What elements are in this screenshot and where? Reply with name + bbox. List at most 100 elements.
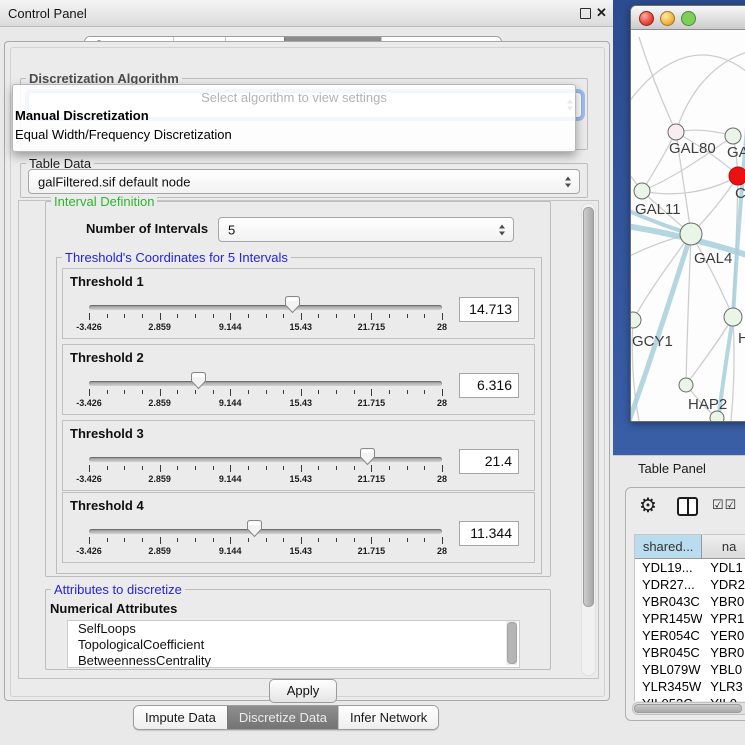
close-icon[interactable]: ✕ — [596, 5, 607, 21]
tab-impute-data[interactable]: Impute Data — [134, 706, 227, 729]
threshold-value-field[interactable]: 6.316 — [459, 373, 519, 398]
table-cell: YLR3 — [702, 678, 745, 695]
tick-label: 2.859 — [148, 398, 171, 408]
table-row[interactable]: YER054CYER0 — [635, 627, 745, 644]
algorithm-option[interactable]: Manual Discretization — [15, 108, 149, 123]
network-canvas[interactable]: GAL80GACGAL11GAL4GCY1HHAP2 — [631, 29, 745, 421]
tick-mark — [389, 538, 390, 542]
threshold-panel: Threshold 2-3.4262.8599.14415.4321.71528… — [62, 344, 535, 415]
table-row[interactable]: YPR145WYPR1 — [635, 610, 745, 627]
tab-label: Impute Data — [145, 710, 216, 725]
tick-mark — [142, 538, 143, 542]
apply-button[interactable]: Apply — [269, 679, 337, 703]
list-scrollbar-thumb[interactable] — [507, 622, 517, 664]
slider-thumb[interactable] — [359, 447, 376, 466]
tick-mark — [124, 314, 125, 318]
table-data-combo[interactable]: galFiltered.sif default node — [28, 169, 580, 194]
network-node-gal4[interactable] — [680, 223, 702, 245]
tick-label: -3.426 — [76, 546, 102, 556]
hscrollbar-thumb[interactable] — [634, 704, 742, 713]
slider-track[interactable] — [89, 457, 442, 462]
tab-label: Discretize Data — [239, 710, 327, 725]
table-cell: YDL1 — [702, 559, 745, 576]
threshold-value-field[interactable]: 14.713 — [459, 297, 519, 322]
slider-thumb[interactable] — [190, 371, 207, 390]
tab-infer-network[interactable]: Infer Network — [338, 706, 438, 729]
slider-track[interactable] — [89, 305, 442, 310]
table-row[interactable]: YBR043CYBR0 — [635, 593, 745, 610]
algorithm-option[interactable]: Equal Width/Frequency Discretization — [15, 127, 232, 142]
network-window-titlebar — [631, 6, 745, 30]
slider-track[interactable] — [89, 381, 442, 386]
list-item[interactable]: BetweennessCentrality — [68, 653, 519, 668]
algorithm-popup: Select algorithm to view settings Manual… — [12, 84, 576, 152]
list-item[interactable]: SelfLoops — [68, 621, 519, 637]
tick-mark — [213, 538, 214, 542]
vertical-scrollbar[interactable] — [581, 203, 596, 676]
float-window-icon[interactable] — [580, 8, 591, 19]
table-row[interactable]: YDL19...YDL1 — [635, 559, 745, 576]
number-of-intervals-combo[interactable]: 5 — [218, 217, 514, 242]
network-node-hap2[interactable] — [679, 378, 693, 392]
threshold-label: Threshold 1 — [70, 274, 144, 289]
minimize-traffic-light[interactable] — [660, 11, 675, 26]
table-row[interactable]: YBR045CYBR0 — [635, 644, 745, 661]
select-columns-icons[interactable]: ☑☑ — [712, 497, 737, 513]
tick-mark — [160, 389, 161, 396]
tick-mark — [301, 389, 302, 396]
threshold-value-field[interactable]: 11.344 — [459, 521, 519, 546]
tick-mark — [248, 390, 249, 394]
table-row[interactable]: YBL079WYBL0 — [635, 661, 745, 678]
tick-mark — [160, 465, 161, 472]
table-row[interactable]: YLR345WYLR3 — [635, 678, 745, 695]
tick-mark — [89, 313, 90, 320]
tick-mark — [107, 538, 108, 542]
tick-mark — [248, 466, 249, 470]
tick-label: 9.144 — [219, 322, 242, 332]
interval-definition-group-title: Interval Definition — [51, 194, 157, 209]
tick-label: -3.426 — [76, 322, 102, 332]
threshold-value-field[interactable]: 21.4 — [459, 449, 519, 474]
tick-mark — [301, 313, 302, 320]
list-scrollbar[interactable] — [506, 621, 517, 665]
tick-mark — [424, 390, 425, 394]
tick-mark — [195, 390, 196, 394]
columns-icon[interactable] — [677, 497, 698, 516]
tick-mark — [89, 465, 90, 472]
tick-mark — [177, 390, 178, 394]
tick-label: -3.426 — [76, 474, 102, 484]
tick-label: 21.715 — [358, 474, 386, 484]
table-cell: YBL079W — [635, 661, 702, 678]
tick-mark — [283, 314, 284, 318]
gear-icon[interactable]: ⚙ — [639, 493, 657, 518]
network-node-gcy1[interactable] — [631, 312, 641, 328]
table-cell: YPR1 — [702, 610, 745, 627]
zoom-traffic-light[interactable] — [681, 11, 696, 26]
scrollbar-thumb[interactable] — [583, 207, 594, 607]
column-header[interactable]: shared... — [635, 535, 702, 558]
network-node-c[interactable] — [729, 167, 745, 185]
horizontal-scrollbar[interactable] — [632, 702, 745, 715]
tick-mark — [442, 313, 443, 320]
tick-mark — [266, 314, 267, 318]
column-header[interactable]: na — [702, 535, 745, 558]
list-item[interactable]: TopologicalCoefficient — [68, 637, 519, 653]
table-row[interactable]: YDR27...YDR2 — [635, 576, 745, 593]
network-node-gal11[interactable] — [634, 183, 650, 199]
number-of-intervals-label: Number of Intervals — [86, 221, 208, 236]
tab-discretize-data[interactable]: Discretize Data — [227, 706, 338, 729]
tick-mark — [336, 538, 337, 542]
tick-label: 21.715 — [358, 322, 386, 332]
slider-track[interactable] — [89, 529, 442, 534]
network-node-h[interactable] — [724, 308, 742, 326]
network-node-ga[interactable] — [725, 128, 741, 144]
tick-label: 21.715 — [358, 546, 386, 556]
tick-mark — [389, 390, 390, 394]
node-table: shared...na YDL19...YDL1YDR27...YDR2YBR0… — [634, 534, 745, 701]
tick-mark — [283, 390, 284, 394]
close-traffic-light[interactable] — [639, 11, 654, 26]
slider-thumb[interactable] — [246, 519, 263, 538]
network-node-gal80[interactable] — [668, 124, 684, 140]
tick-mark — [318, 538, 319, 542]
slider-thumb[interactable] — [284, 295, 301, 314]
